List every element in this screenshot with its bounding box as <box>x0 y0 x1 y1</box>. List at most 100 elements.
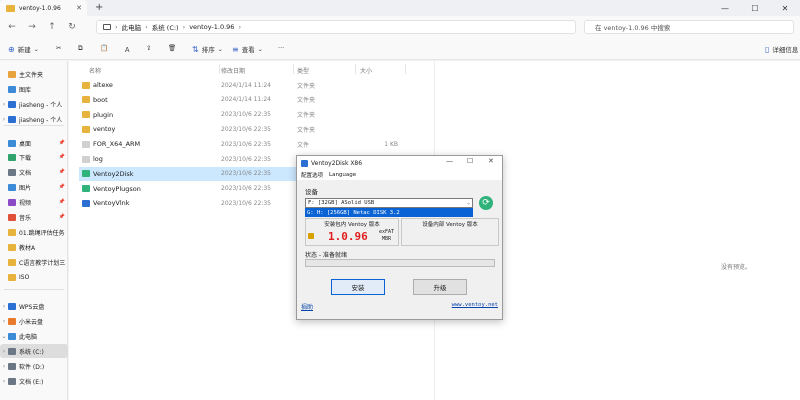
pin-icon[interactable]: 📌 <box>59 184 65 190</box>
close-tab-icon[interactable]: ✕ <box>76 4 82 12</box>
table-row[interactable]: boot 2024/1/14 11:24 文件夹 <box>79 93 419 107</box>
tab-ventoy[interactable]: ventoy-1.0.96 ✕ <box>0 0 87 16</box>
folder-icon <box>8 153 16 161</box>
table-row[interactable]: altexe 2024/1/14 11:24 文件夹 <box>79 78 419 92</box>
breadcrumb-separator: › <box>145 23 148 31</box>
search-input[interactable]: 在 ventoy-1.0.96 中搜索 <box>584 20 794 34</box>
sidebar-item[interactable]: › WPS云盘 <box>0 299 68 313</box>
up-icon[interactable]: ↑ <box>44 22 60 32</box>
table-row[interactable]: FOR_X64_ARM 2023/10/6 22:35 文件 1 KB <box>79 137 419 151</box>
command-bar: ⊕ 新建 ⌄ ✂ ⧉ 📋 Ａ ⇪ 🗑 ⇅ 排序 ⌄ ≡ 查看 ⌄ ··· ▯ 详… <box>0 38 800 60</box>
breadcrumb[interactable]: › 此电脑 › 系统 (C:) › ventoy-1.0.96 › <box>96 20 576 34</box>
refresh-icon[interactable]: ↻ <box>64 22 80 32</box>
column-divider[interactable] <box>293 64 294 74</box>
more-button[interactable]: ··· <box>278 44 284 52</box>
table-row[interactable]: plugin 2023/10/6 22:35 文件夹 <box>79 108 419 122</box>
chevron-icon[interactable]: ⌄ <box>0 333 8 340</box>
sidebar-item[interactable]: › 文档 (E:) <box>0 374 68 388</box>
column-header-name[interactable]: 名称 <box>89 66 101 75</box>
new-tab-button[interactable]: + <box>95 2 103 13</box>
copy-icon[interactable]: ⧉ <box>78 44 83 53</box>
new-button[interactable]: ⊕ 新建 ⌄ <box>8 44 39 55</box>
install-button[interactable]: 安装 <box>331 279 385 295</box>
sidebar-item[interactable]: 下载 📌 <box>0 150 68 164</box>
folder-icon <box>8 139 16 147</box>
sidebar-item[interactable]: › 软件 (D:) <box>0 359 68 373</box>
website-link[interactable]: www.ventoy.net <box>452 302 498 308</box>
column-divider[interactable] <box>219 64 220 74</box>
sort-button[interactable]: ⇅ 排序 ⌄ <box>192 44 223 55</box>
chevron-icon[interactable]: › <box>0 348 8 355</box>
menu-language[interactable]: Language <box>329 172 356 178</box>
column-divider[interactable] <box>405 64 406 74</box>
sidebar-item[interactable]: ISO <box>0 270 68 284</box>
sidebar-item-label: 图库 <box>19 86 32 94</box>
file-icon <box>82 155 90 163</box>
sidebar-divider <box>4 125 64 126</box>
chevron-icon[interactable]: › <box>0 378 8 385</box>
breadcrumb-item-c-drive[interactable]: 系统 (C:) <box>152 22 179 32</box>
sidebar-item[interactable]: 教材A <box>0 240 68 254</box>
menu-options[interactable]: 配置选项 <box>301 171 323 179</box>
forward-icon[interactable]: → <box>24 22 40 32</box>
chevron-icon[interactable]: › <box>0 303 8 310</box>
sidebar-item[interactable]: › jiasheng - 个人 <box>0 97 68 111</box>
cell-date: 2023/10/6 22:35 <box>221 140 271 148</box>
donate-link[interactable]: 捐助 <box>301 302 313 311</box>
device-select[interactable]: F: [32GB] ASolid USB ⌄ <box>305 198 473 208</box>
table-row[interactable]: ventoy 2023/10/6 22:35 文件夹 <box>79 122 419 136</box>
dialog-close-button[interactable]: ✕ <box>488 157 494 165</box>
partition-info: exFAT MBR <box>379 229 394 243</box>
sidebar-item[interactable]: › 系统 (C:) <box>0 344 68 358</box>
maximize-button[interactable]: ☐ <box>740 0 770 16</box>
refresh-button[interactable]: ⟳ <box>479 196 493 210</box>
share-icon[interactable]: ⇪ <box>146 44 151 52</box>
device-option[interactable]: G: H: [256GB] Netac DISK 3.2 <box>305 208 473 217</box>
sidebar-item[interactable]: 文档 📌 <box>0 165 68 179</box>
pin-icon[interactable]: 📌 <box>59 199 65 205</box>
pin-icon[interactable]: 📌 <box>59 214 65 220</box>
back-icon[interactable]: ← <box>4 22 20 32</box>
close-button[interactable]: ✕ <box>770 0 800 16</box>
column-header-type[interactable]: 类型 <box>297 66 309 75</box>
sidebar-item[interactable]: › 小米云盘 <box>0 314 68 328</box>
sidebar-item[interactable]: 桌面 📌 <box>0 136 68 150</box>
sidebar-item-label: 小米云盘 <box>19 318 44 326</box>
rename-icon[interactable]: Ａ <box>124 44 131 54</box>
sidebar-item[interactable]: 音乐 📌 <box>0 210 68 224</box>
sidebar-item[interactable]: › jiasheng - 个人 <box>0 112 68 126</box>
sidebar-item[interactable]: 01.跳绳评估任务 <box>0 225 68 239</box>
pin-icon[interactable]: 📌 <box>59 154 65 160</box>
breadcrumb-item-ventoy[interactable]: ventoy-1.0.96 <box>189 23 234 31</box>
cell-type: 文件夹 <box>297 82 316 90</box>
dialog-minimize-button[interactable]: — <box>446 157 453 165</box>
view-button[interactable]: ≡ 查看 ⌄ <box>232 44 263 55</box>
chevron-icon[interactable]: › <box>0 363 8 370</box>
sidebar-item[interactable]: 主文件夹 <box>0 67 68 81</box>
sidebar-item[interactable]: C语言教学计划三 <box>0 255 68 269</box>
column-header-date[interactable]: 修改日期 <box>221 66 245 75</box>
chevron-icon[interactable]: › <box>0 318 8 325</box>
breadcrumb-item-this-pc[interactable]: 此电脑 <box>122 22 142 32</box>
sidebar-item[interactable]: 图片 📌 <box>0 180 68 194</box>
column-header-size[interactable]: 大小 <box>360 66 372 75</box>
pin-icon[interactable]: 📌 <box>59 140 65 146</box>
minimize-button[interactable]: — <box>710 0 740 16</box>
details-button[interactable]: ▯ 详细信息 <box>765 44 798 55</box>
chevron-icon[interactable]: › <box>0 101 8 108</box>
sidebar-item[interactable]: 图库 <box>0 82 68 96</box>
pin-icon[interactable]: 📌 <box>59 169 65 175</box>
dialog-maximize-button[interactable]: ☐ <box>467 157 473 165</box>
column-divider[interactable] <box>355 64 356 74</box>
breadcrumb-separator: › <box>238 23 242 31</box>
update-button[interactable]: 升级 <box>413 279 467 295</box>
cut-icon[interactable]: ✂ <box>56 44 61 52</box>
folder-icon <box>8 377 16 385</box>
chevron-icon[interactable]: › <box>0 116 8 123</box>
sidebar-item[interactable]: ⌄ 此电脑 <box>0 329 68 343</box>
folder-icon <box>8 115 16 123</box>
monitor-icon <box>103 24 111 30</box>
sidebar-item[interactable]: 视频 📌 <box>0 195 68 209</box>
delete-icon[interactable]: 🗑 <box>168 44 176 52</box>
paste-icon[interactable]: 📋 <box>100 44 108 52</box>
